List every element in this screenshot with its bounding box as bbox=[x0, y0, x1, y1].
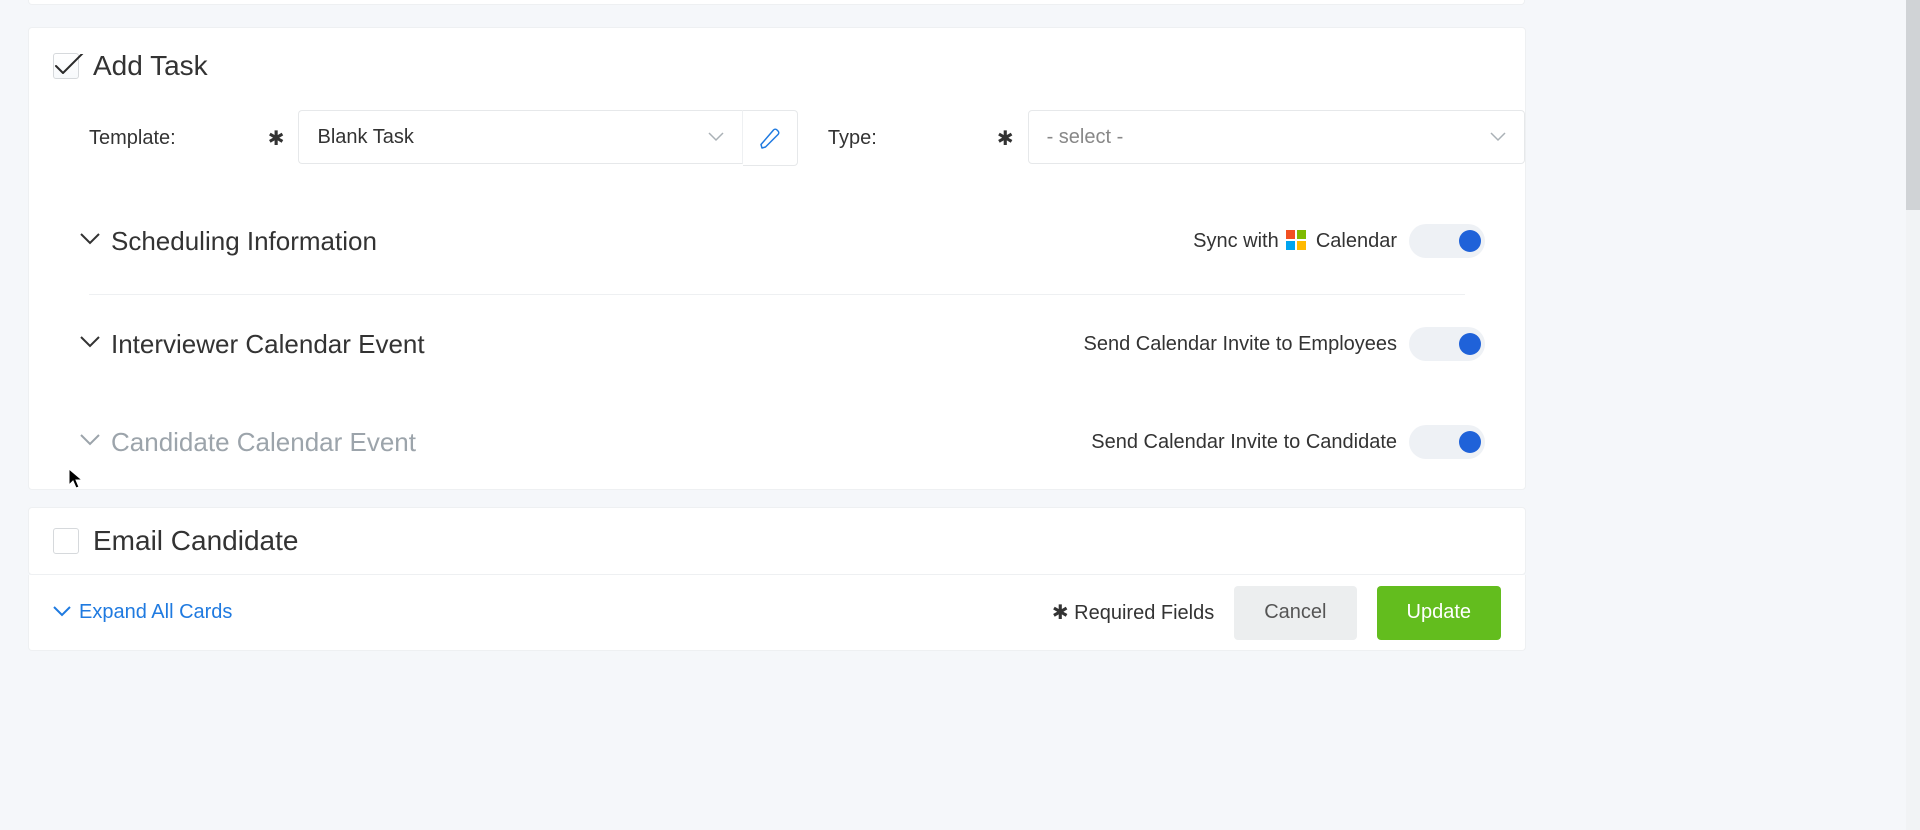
template-select-value: Blank Task bbox=[317, 126, 413, 149]
template-required-asterisk: ✱ bbox=[268, 126, 285, 151]
template-label: Template: bbox=[89, 127, 176, 150]
template-select[interactable]: Blank Task bbox=[298, 110, 742, 164]
email-candidate-checkbox[interactable] bbox=[53, 528, 79, 554]
pencil-icon bbox=[758, 126, 782, 150]
email-candidate-card: Email Candidate bbox=[28, 507, 1526, 575]
sync-toggle[interactable] bbox=[1409, 224, 1485, 258]
cancel-button[interactable]: Cancel bbox=[1234, 586, 1356, 640]
type-select[interactable]: - select - bbox=[1028, 110, 1525, 164]
chevron-down-icon bbox=[1490, 132, 1506, 142]
add-task-title: Add Task bbox=[93, 50, 208, 82]
section-title: Scheduling Information bbox=[111, 226, 377, 257]
expand-all-label: Expand All Cards bbox=[79, 601, 232, 624]
page-scrollbar[interactable] bbox=[1906, 0, 1920, 830]
type-required-asterisk: ✱ bbox=[997, 126, 1014, 151]
invite-candidate-toggle[interactable] bbox=[1409, 425, 1485, 459]
add-task-card: Add Task Template: ✱ Blank Task bbox=[28, 27, 1526, 490]
type-label: Type: bbox=[828, 127, 877, 150]
microsoft-icon bbox=[1286, 230, 1306, 250]
invite-candidate-label: Send Calendar Invite to Candidate bbox=[1091, 431, 1397, 454]
required-fields-note: ✱ Required Fields bbox=[1052, 600, 1214, 625]
chevron-down-icon bbox=[708, 132, 724, 142]
update-button[interactable]: Update bbox=[1377, 586, 1502, 640]
chevron-down-icon bbox=[53, 601, 71, 624]
chevron-down-icon bbox=[79, 335, 101, 354]
section-title: Interviewer Calendar Event bbox=[111, 329, 425, 360]
footer-bar: Expand All Cards ✱ Required Fields Cance… bbox=[28, 575, 1526, 651]
invite-employees-toggle[interactable] bbox=[1409, 327, 1485, 361]
chevron-down-icon bbox=[79, 433, 101, 452]
section-interviewer-calendar-event[interactable]: Interviewer Calendar Event Send Calendar… bbox=[29, 295, 1525, 393]
email-candidate-title: Email Candidate bbox=[93, 525, 298, 557]
section-scheduling-information[interactable]: Scheduling Information Sync with Calenda… bbox=[29, 188, 1525, 294]
previous-card-edge bbox=[28, 0, 1525, 5]
chevron-down-icon bbox=[79, 232, 101, 251]
add-task-checkbox[interactable] bbox=[53, 53, 79, 79]
section-title: Candidate Calendar Event bbox=[111, 427, 416, 458]
sync-label: Sync with Calendar bbox=[1193, 230, 1397, 253]
edit-template-button[interactable] bbox=[743, 110, 798, 166]
section-candidate-calendar-event[interactable]: Candidate Calendar Event Send Calendar I… bbox=[29, 393, 1525, 491]
expand-all-cards-link[interactable]: Expand All Cards bbox=[53, 601, 232, 624]
type-select-value: - select - bbox=[1047, 126, 1124, 149]
invite-employees-label: Send Calendar Invite to Employees bbox=[1083, 333, 1397, 356]
